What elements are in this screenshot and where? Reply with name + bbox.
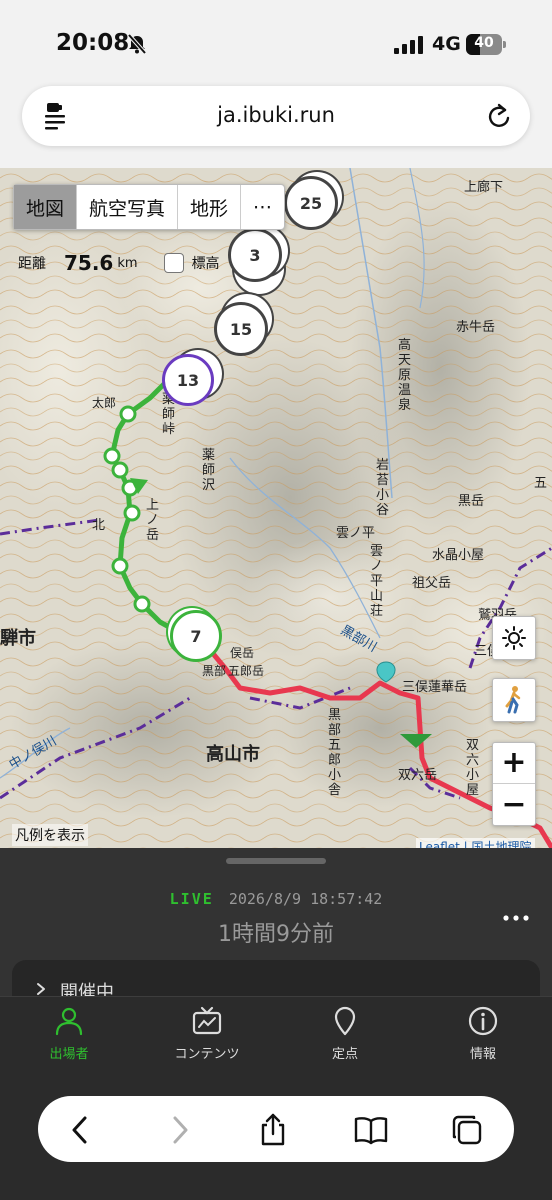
label-kita: 北	[92, 518, 106, 533]
reload-icon[interactable]	[486, 102, 512, 130]
cluster-count: 15	[229, 319, 253, 339]
label-kumonotaira: 雲ノ平	[336, 526, 376, 541]
tab-contents[interactable]: コンテンツ	[152, 1005, 262, 1062]
status-bar: 20:08 4G 40	[0, 0, 552, 80]
browser-toolbar	[0, 1076, 552, 1200]
label-goro-small: 五郎岳	[228, 664, 265, 678]
label-takayama: 高山市	[206, 744, 260, 765]
tv-icon	[192, 1006, 222, 1035]
label-ono: 俣岳	[230, 646, 255, 660]
label-sugoroku-dake: 双六岳	[398, 768, 438, 783]
bell-slash-icon	[127, 33, 147, 55]
info-icon	[468, 1006, 498, 1036]
cluster-count: 7	[190, 626, 202, 646]
label-yakushizawa: 薬師沢	[202, 448, 216, 493]
tab-aerial[interactable]: 航空写真	[77, 185, 179, 229]
label-kamodaaka: 上廊下	[464, 180, 504, 195]
drag-handle[interactable]	[226, 858, 326, 864]
tab-info[interactable]: 情報	[428, 1005, 538, 1062]
distance-unit: km	[117, 255, 138, 271]
live-label: LIVE	[169, 890, 214, 908]
status-time: 20:08	[56, 30, 130, 56]
label-takamagahara: 高天原温泉	[398, 338, 412, 413]
label-kaminodake: 上ノ岳	[146, 498, 160, 543]
browser-toolbar-pill	[38, 1096, 514, 1162]
back-icon[interactable]	[64, 1113, 98, 1147]
battery-level: 40	[474, 35, 494, 51]
map-attribution[interactable]: Leaflet | 国土地理院	[416, 838, 535, 848]
live-panel: LIVE 2026/8/9 18:57:42 1時間9分前 開催中	[0, 848, 552, 1020]
tab-more[interactable]: ⋯	[241, 185, 284, 229]
zoom-controls: + −	[492, 742, 536, 826]
cluster-marker-13[interactable]: 13	[162, 354, 214, 406]
live-timestamp: 2026/8/9 18:57:42	[228, 890, 383, 908]
label-kurobe-goro: 黒部五郎小舎	[328, 708, 342, 798]
sun-icon	[502, 626, 526, 650]
tab-label: 定点	[331, 1047, 358, 1062]
walker-icon	[505, 686, 521, 714]
browser-top-bar: ja.ibuki.run	[0, 80, 552, 168]
pin-icon	[334, 1006, 356, 1036]
distance-value: 75.6	[64, 251, 114, 275]
cluster-marker-7[interactable]: 7	[170, 610, 222, 662]
label-hida: 騨市	[0, 628, 36, 649]
label-suisho-hut: 水晶小屋	[432, 548, 485, 563]
live-row: LIVE 2026/8/9 18:57:42	[0, 890, 552, 908]
cluster-count: 13	[176, 370, 200, 390]
tab-label: 情報	[469, 1047, 496, 1062]
label-mitsumata-renge: 三俣蓮華岳	[402, 680, 468, 695]
map-view[interactable]: 高山市 騨市 上廊下 赤牛岳 高天原温泉 岩苔小谷 黒岳 雲ノ平 雲ノ平山荘 水…	[0, 168, 552, 848]
bookmarks-icon[interactable]	[354, 1113, 388, 1147]
label-akaushi: 赤牛岳	[456, 320, 496, 335]
label-sugoroku-hut: 双六小屋	[466, 738, 480, 798]
label-kurobe: 黒岳	[458, 494, 485, 509]
tab-label: コンテンツ	[174, 1047, 240, 1062]
label-kumonotaira-sanso: 雲ノ平山荘	[370, 544, 384, 619]
elevation-label: 標高	[191, 256, 220, 272]
cluster-marker-15[interactable]: 15	[214, 302, 268, 356]
tab-label: 出場者	[49, 1047, 89, 1062]
app-tab-bar: 出場者 コンテンツ 定点 情報	[0, 996, 552, 1076]
cluster-marker-3[interactable]: 3	[228, 228, 282, 282]
elevation-checkbox[interactable]	[163, 253, 184, 273]
label-tarou: 太郎	[92, 396, 117, 410]
signal-icon	[394, 36, 423, 54]
sun-toggle-button[interactable]	[492, 616, 536, 660]
elapsed-text: 1時間9分前	[218, 922, 334, 947]
label-kurobe-small: 黒部	[202, 664, 227, 678]
chevron-right-icon	[37, 983, 45, 995]
zoom-in-button[interactable]: +	[493, 743, 535, 784]
battery-icon: 40	[466, 34, 506, 55]
tabs-icon[interactable]	[450, 1113, 484, 1147]
address-bar[interactable]: ja.ibuki.run	[22, 86, 530, 146]
cluster-count: 25	[299, 193, 323, 213]
distance-row: 距離 75.6 km 標高	[18, 248, 220, 278]
distance-label: 距離	[18, 256, 46, 272]
tab-checkpoints[interactable]: 定点	[290, 1005, 400, 1062]
share-icon[interactable]	[256, 1113, 290, 1147]
cluster-marker-25[interactable]: 25	[284, 176, 338, 230]
cluster-count: 3	[249, 245, 261, 265]
label-iwaobetsu: 岩苔小谷	[376, 458, 390, 518]
legend-link[interactable]: 凡例を表示	[12, 824, 88, 846]
walker-button[interactable]	[492, 678, 536, 722]
zoom-out-button[interactable]: −	[493, 785, 535, 826]
forward-icon[interactable]	[162, 1113, 196, 1147]
label-itsutsu: 五	[534, 476, 548, 491]
tab-map[interactable]: 地図	[14, 185, 78, 229]
url-text: ja.ibuki.run	[217, 103, 335, 127]
person-icon	[55, 1007, 83, 1036]
map-layer-tabs: 地図 航空写真 地形 ⋯	[13, 184, 286, 230]
network-label: 4G	[432, 33, 461, 55]
label-sofu: 祖父岳	[412, 576, 452, 591]
tab-participants[interactable]: 出場者	[14, 1005, 124, 1062]
tab-terrain[interactable]: 地形	[178, 185, 242, 229]
more-icon[interactable]	[502, 908, 530, 928]
